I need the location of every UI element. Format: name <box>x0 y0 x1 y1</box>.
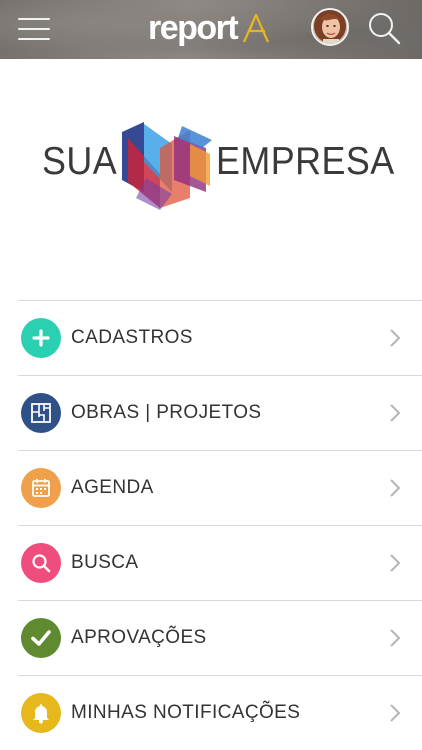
chevron-right-icon <box>390 554 401 572</box>
menu-item-obras-projetos[interactable]: OBRAS | PROJETOS <box>18 376 422 451</box>
chevron-right-icon <box>390 329 401 347</box>
brand-name: report <box>148 9 239 47</box>
floorplan-icon <box>21 393 61 433</box>
brand-a-mark-icon <box>243 13 270 43</box>
menu-item-busca[interactable]: BUSCA <box>18 526 422 601</box>
menu-item-aprovacoes[interactable]: APROVAÇÕES <box>18 601 422 676</box>
menu-item-label: AGENDA <box>71 477 154 498</box>
menu-item-label: CADASTROS <box>71 327 193 348</box>
app-screen: report SUA EMPRESA CADASTROS OBRAS | PRO… <box>0 0 422 750</box>
plus-icon <box>21 318 61 358</box>
plus-glyph <box>32 329 50 347</box>
main-menu-list: CADASTROS OBRAS | PROJETOS AGENDA BUSCA … <box>18 300 422 750</box>
calendar-icon <box>21 468 61 508</box>
calendar-glyph <box>32 479 50 497</box>
user-avatar[interactable] <box>311 8 349 46</box>
chevron-right-icon <box>390 704 401 722</box>
hamburger-line <box>18 18 50 20</box>
company-logo-mark-icon <box>122 122 212 210</box>
menu-item-agenda[interactable]: AGENDA <box>18 451 422 526</box>
brand-logo: report <box>148 8 271 48</box>
avatar-photo <box>313 10 347 44</box>
company-logo: SUA EMPRESA <box>40 118 394 212</box>
top-bar: report <box>0 0 422 59</box>
menu-item-label: APROVAÇÕES <box>71 627 207 648</box>
floorplan-glyph <box>31 403 51 423</box>
bell-icon <box>21 693 61 733</box>
chevron-right-icon <box>390 629 401 647</box>
search-button[interactable] <box>366 10 402 46</box>
hamburger-line <box>18 38 50 40</box>
bell-glyph <box>33 704 49 724</box>
company-logo-text-left: SUA <box>42 140 118 183</box>
checkmark-glyph <box>31 630 51 646</box>
menu-item-minhas-notificacoes[interactable]: MINHAS NOTIFICAÇÕES <box>18 676 422 750</box>
hamburger-line <box>18 28 50 30</box>
company-logo-text-right: EMPRESA <box>216 140 395 183</box>
search-icon <box>21 543 61 583</box>
chevron-right-icon <box>390 479 401 497</box>
menu-item-cadastros[interactable]: CADASTROS <box>18 301 422 376</box>
hamburger-menu-button[interactable] <box>18 14 50 44</box>
checkmark-icon <box>21 618 61 658</box>
menu-item-label: OBRAS | PROJETOS <box>71 402 262 423</box>
magnifier-glyph <box>32 554 51 573</box>
chevron-right-icon <box>390 404 401 422</box>
menu-item-label: MINHAS NOTIFICAÇÕES <box>71 702 301 723</box>
menu-item-label: BUSCA <box>71 552 139 573</box>
